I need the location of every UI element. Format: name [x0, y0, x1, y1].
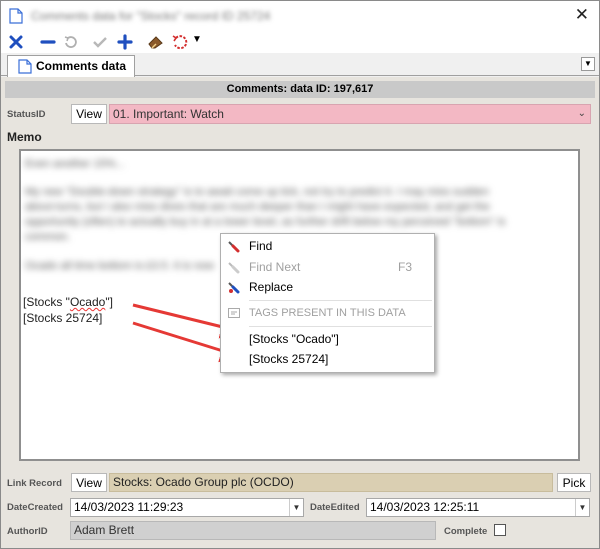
complete-label: Complete — [444, 526, 488, 537]
minus-icon[interactable] — [39, 33, 57, 51]
menu-separator — [249, 300, 432, 301]
eraser-icon[interactable] — [147, 33, 165, 51]
memo-line: Ocado all time bottom is £3.5. It is now — [25, 260, 214, 272]
author-field: Adam Brett — [70, 521, 436, 540]
refresh-icon — [64, 36, 77, 48]
menu-tags-header: TAGS PRESENT IN THIS DATA — [221, 303, 434, 323]
date-edited-dropdown-icon[interactable]: ▼ — [575, 499, 589, 516]
memo-line: common. — [25, 231, 71, 243]
delete-record-icon[interactable] — [7, 33, 25, 51]
status-select[interactable]: 01. Important: Watch ⌄ — [109, 104, 591, 124]
menu-item-find-next: Find Next F3 — [221, 257, 434, 277]
memo-line: about-turns, but I also miss dives that … — [25, 201, 490, 213]
undo-dropdown-chevron-icon[interactable]: ▼ — [192, 34, 202, 45]
tab-menu-chevron-icon[interactable]: ▼ — [581, 57, 595, 71]
undo-icon[interactable] — [171, 33, 189, 51]
memo-line: opportunity (often) to actually buy in a… — [25, 216, 506, 228]
comments-window: Comments data for "Stocks" record ID 257… — [0, 0, 600, 549]
date-created-field[interactable]: 14/03/2023 11:29:23 ▼ — [70, 498, 304, 517]
status-value: 01. Important: Watch — [113, 107, 224, 121]
replace-icon — [228, 282, 240, 294]
memo-tag-25724: [Stocks 25724] — [23, 311, 103, 325]
find-next-icon — [228, 262, 240, 274]
link-record-view-button[interactable]: View — [71, 473, 107, 492]
menu-item-find[interactable]: Find — [221, 236, 434, 256]
author-label: AuthorID — [7, 526, 48, 537]
menu-item-tag-25724[interactable]: [Stocks 25724] — [221, 349, 434, 369]
add-icon[interactable] — [116, 33, 134, 51]
date-edited-label: DateEdited — [310, 502, 360, 513]
chevron-down-icon[interactable]: ⌄ — [578, 105, 586, 123]
pick-button[interactable]: Pick — [557, 473, 591, 492]
memo-tag-ocado: [Stocks "Ocado"] — [23, 295, 113, 309]
link-record-field[interactable]: Stocks: Ocado Group plc (OCDO) — [109, 473, 553, 492]
date-created-label: DateCreated — [7, 502, 63, 513]
memo-line: My new "Double-down strategy" is to awai… — [25, 186, 489, 198]
status-view-button[interactable]: View — [71, 104, 107, 124]
memo-label: Memo — [7, 130, 42, 144]
date-created-dropdown-icon[interactable]: ▼ — [289, 499, 303, 516]
spellcheck-word: Ocado — [69, 295, 106, 309]
close-window-button[interactable]: ✕ — [575, 5, 589, 25]
window-title: Comments data for "Stocks" record ID 257… — [31, 9, 271, 23]
document-icon — [18, 59, 32, 74]
date-edited-value: 14/03/2023 12:25:11 — [370, 500, 480, 514]
tab-comments-data[interactable]: Comments data — [7, 55, 136, 77]
find-icon — [228, 241, 240, 253]
link-record-label: Link Record — [7, 478, 62, 489]
context-menu: Find Find Next F3 Replace TAGS PRESENT I… — [220, 233, 435, 373]
menu-item-tag-ocado[interactable]: [Stocks "Ocado"] — [221, 329, 434, 349]
complete-checkbox[interactable] — [494, 524, 506, 536]
tab-strip: Comments data ▼ — [1, 53, 599, 77]
date-created-value: 14/03/2023 11:29:23 — [74, 500, 184, 514]
menu-separator — [249, 326, 432, 327]
toolbar: ▼ — [1, 31, 599, 53]
document-icon — [9, 8, 23, 24]
memo-line: Even another 15%... — [25, 158, 125, 170]
title-bar: Comments data for "Stocks" record ID 257… — [1, 1, 599, 31]
date-edited-field[interactable]: 14/03/2023 12:25:11 ▼ — [366, 498, 590, 517]
check-icon — [93, 37, 107, 48]
status-label: StatusID — [7, 109, 46, 120]
tab-label: Comments data — [36, 59, 127, 73]
form-header: Comments: data ID: 197,617 — [5, 81, 595, 98]
tag-icon — [228, 308, 240, 318]
menu-item-replace[interactable]: Replace — [221, 277, 434, 297]
